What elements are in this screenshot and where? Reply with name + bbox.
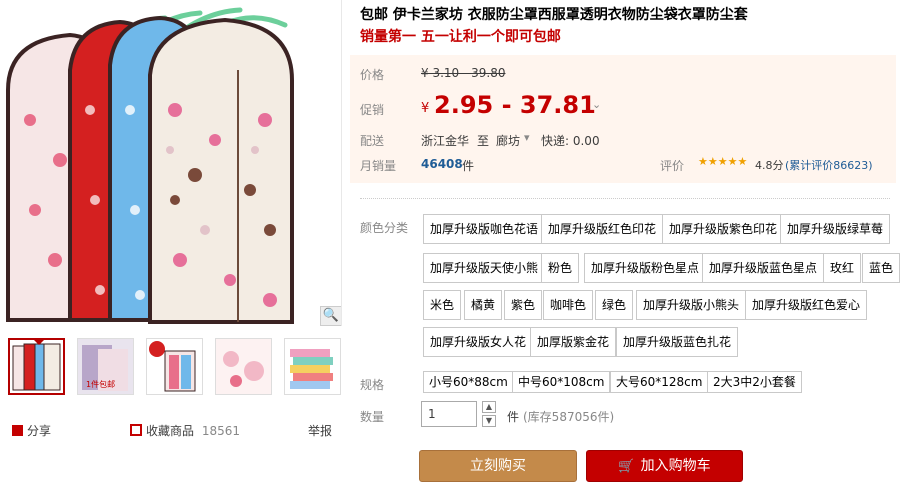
color-option[interactable]: 加厚升级版粉色星点 [584, 253, 707, 283]
favorite-count: 18561 [201, 424, 241, 438]
thumbnail-1[interactable] [8, 338, 65, 395]
shipping-label: 配送 [360, 134, 385, 148]
quantity-label: 数量 [360, 410, 385, 424]
cart-icon: 🛒 [618, 459, 635, 474]
thumbnail-2[interactable]: 1件包邮 [77, 338, 134, 395]
favorite-link[interactable]: 收藏商品 18561 [130, 422, 240, 439]
sales-unit: 件 [462, 159, 475, 173]
product-title: 包邮 伊卡兰家坊 衣服防尘罩西服罩透明衣物防尘袋衣罩防尘套 [360, 7, 748, 23]
share-row: 分享 收藏商品 18561 举报 [12, 422, 332, 440]
color-option[interactable]: 加厚升级版女人花 [423, 327, 534, 357]
color-option[interactable]: 玫红 [823, 253, 862, 283]
thumbnail-3[interactable] [146, 338, 203, 395]
size-option[interactable]: 大号60*128cm [610, 371, 709, 393]
original-price: ¥ 3.10 - 39.80 [421, 66, 506, 80]
color-option[interactable]: 蓝色 [862, 253, 900, 283]
add-to-cart-button[interactable]: 🛒 加入购物车 [586, 450, 743, 482]
color-label: 颜色分类 [360, 221, 409, 235]
color-option[interactable]: 加厚升级版蓝色星点 [702, 253, 825, 283]
color-option[interactable]: 加厚升级版紫色印花 [662, 214, 785, 244]
price-label: 价格 [360, 68, 385, 82]
promo-price: 2.95 - 37.81 [434, 91, 596, 119]
share-icon [12, 425, 23, 436]
color-option[interactable]: 加厚升级版咖色花语 [423, 214, 546, 244]
promo-text: 销量第一 五一让利一个即可包邮 [360, 29, 561, 45]
size-label: 规格 [360, 378, 385, 392]
color-option[interactable]: 粉色 [541, 253, 580, 283]
main-product-image[interactable]: 🔍 [0, 0, 342, 326]
svg-text:1件包邮: 1件包邮 [86, 379, 115, 389]
quantity-increase-button[interactable]: ▲ [482, 401, 496, 413]
color-option[interactable]: 橘黄 [464, 290, 503, 320]
color-option[interactable]: 咖啡色 [543, 290, 594, 320]
monthly-sales-label: 月销量 [360, 159, 397, 173]
quantity-unit: 件 [507, 410, 520, 424]
quantity-input[interactable]: 1 [421, 401, 477, 427]
report-link[interactable]: 举报 [308, 422, 332, 439]
color-option[interactable]: 加厚升级版绿草莓 [780, 214, 891, 244]
color-option[interactable]: 加厚升级版蓝色扎花 [616, 327, 739, 357]
favorite-icon [130, 424, 142, 436]
thumbnail-5[interactable] [284, 338, 341, 395]
size-option[interactable]: 2大3中2小套餐 [707, 371, 802, 393]
express-fee: 快递: 0.00 [541, 134, 600, 148]
thumbnail-4[interactable] [215, 338, 272, 395]
promo-price-label: 促销 [360, 103, 385, 117]
thumbnail-strip: 1件包邮 [8, 338, 341, 398]
stock-info: (库存587056件) [523, 410, 615, 424]
rating-score: 4.8分 [755, 159, 784, 172]
color-option[interactable]: 加厚升级版天使小熊 [423, 253, 546, 283]
color-option[interactable]: 加厚升级版红色爱心 [745, 290, 868, 320]
divider [360, 198, 890, 200]
ship-from: 浙江金华 [421, 134, 470, 148]
ship-to-word: 至 [477, 134, 490, 148]
color-option[interactable]: 加厚版紫金花 [530, 327, 617, 357]
color-option[interactable]: 加厚升级版小熊头 [636, 290, 747, 320]
garment-bags-illustration [6, 7, 294, 324]
city-dropdown-caret[interactable]: ▾ [524, 131, 530, 144]
monthly-sales-count: 46408 [421, 157, 463, 171]
rating-stars: ★★★★★ [698, 155, 748, 168]
selected-arrow-icon [33, 340, 45, 345]
size-option[interactable]: 小号60*88cm [423, 371, 514, 393]
currency-symbol: ¥ [421, 101, 430, 116]
color-option[interactable]: 米色 [423, 290, 462, 320]
rating-label: 评价 [660, 159, 685, 173]
rating-count-link[interactable]: (累计评价86623) [785, 157, 873, 173]
price-dropdown-caret[interactable]: ⌄ [592, 98, 601, 111]
ship-to-city[interactable]: 廊坊 [496, 132, 520, 149]
magnifier-icon[interactable]: 🔍 [320, 306, 341, 326]
color-option[interactable]: 紫色 [504, 290, 543, 320]
share-link[interactable]: 分享 [12, 422, 51, 439]
size-option[interactable]: 中号60*108cm [512, 371, 611, 393]
quantity-decrease-button[interactable]: ▼ [482, 415, 496, 427]
color-option[interactable]: 绿色 [595, 290, 634, 320]
buy-now-button[interactable]: 立刻购买 [419, 450, 577, 482]
color-option[interactable]: 加厚升级版红色印花 [541, 214, 664, 244]
